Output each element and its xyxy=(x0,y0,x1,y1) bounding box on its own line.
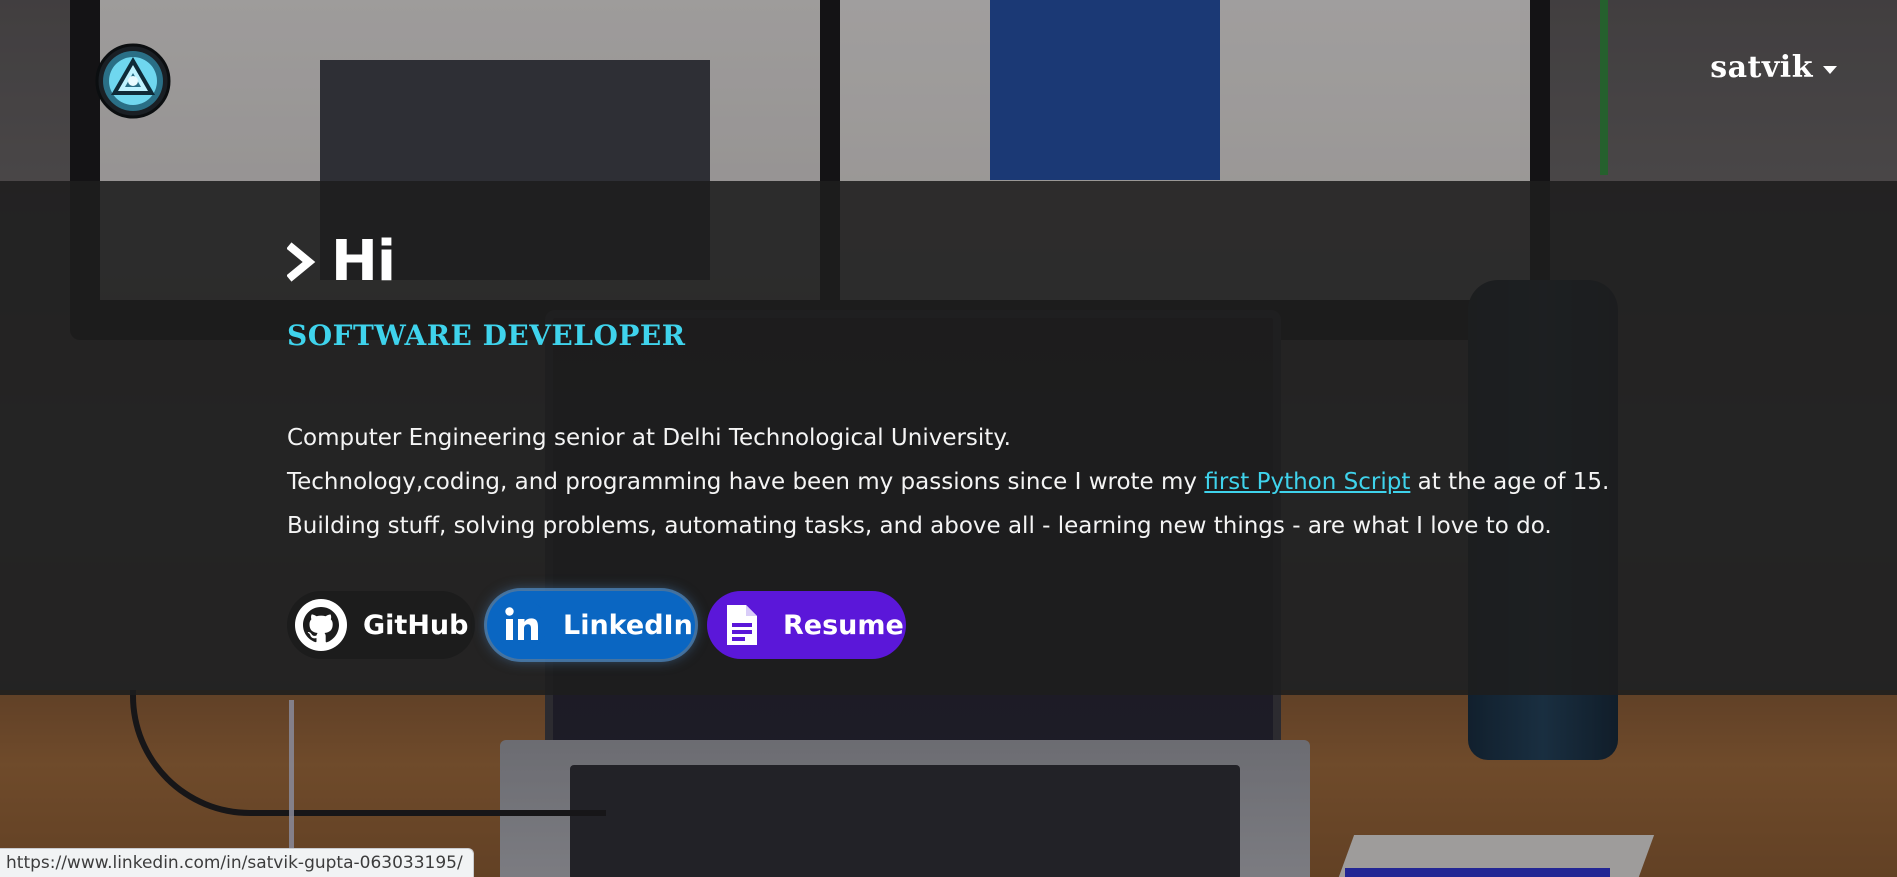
github-button[interactable]: GitHub xyxy=(287,591,475,659)
bio-line-2: Technology,coding, and programming have … xyxy=(287,460,1687,504)
resume-label: Resume xyxy=(783,609,904,641)
linkedin-icon xyxy=(493,597,549,653)
user-name[interactable]: satvik xyxy=(1710,50,1813,85)
social-buttons: GitHub LinkedIn Resume xyxy=(287,591,906,659)
bio-line-3: Building stuff, solving problems, automa… xyxy=(287,513,1552,539)
hero-section: Hi SOFTWARE DEVELOPER Computer Engineeri… xyxy=(0,181,1897,695)
resume-button[interactable]: Resume xyxy=(707,591,906,659)
github-icon xyxy=(293,597,349,653)
greeting-text: Hi xyxy=(331,229,396,294)
bio-line-2-start: Technology,coding, and programming have … xyxy=(287,469,1205,495)
bio-line-2-end: at the age of 15. xyxy=(1410,469,1610,495)
bio: Computer Engineering senior at Delhi Tec… xyxy=(287,416,1687,548)
linkedin-button[interactable]: LinkedIn xyxy=(487,591,695,659)
greeting: Hi xyxy=(287,229,396,294)
first-python-script-link[interactable]: first Python Script xyxy=(1204,469,1410,495)
bio-line-1: Computer Engineering senior at Delhi Tec… xyxy=(287,425,1011,451)
chevron-right-icon xyxy=(287,241,316,282)
role-title: SOFTWARE DEVELOPER xyxy=(287,319,686,352)
status-bar-url: https://www.linkedin.com/in/satvik-gupta… xyxy=(0,848,474,877)
linkedin-label: LinkedIn xyxy=(563,609,693,641)
caret-down-icon[interactable] xyxy=(1823,65,1837,74)
user-menu[interactable]: satvik xyxy=(1710,50,1837,85)
arc-reactor-icon[interactable] xyxy=(95,43,171,119)
document-icon xyxy=(713,597,769,653)
github-label: GitHub xyxy=(363,609,469,641)
